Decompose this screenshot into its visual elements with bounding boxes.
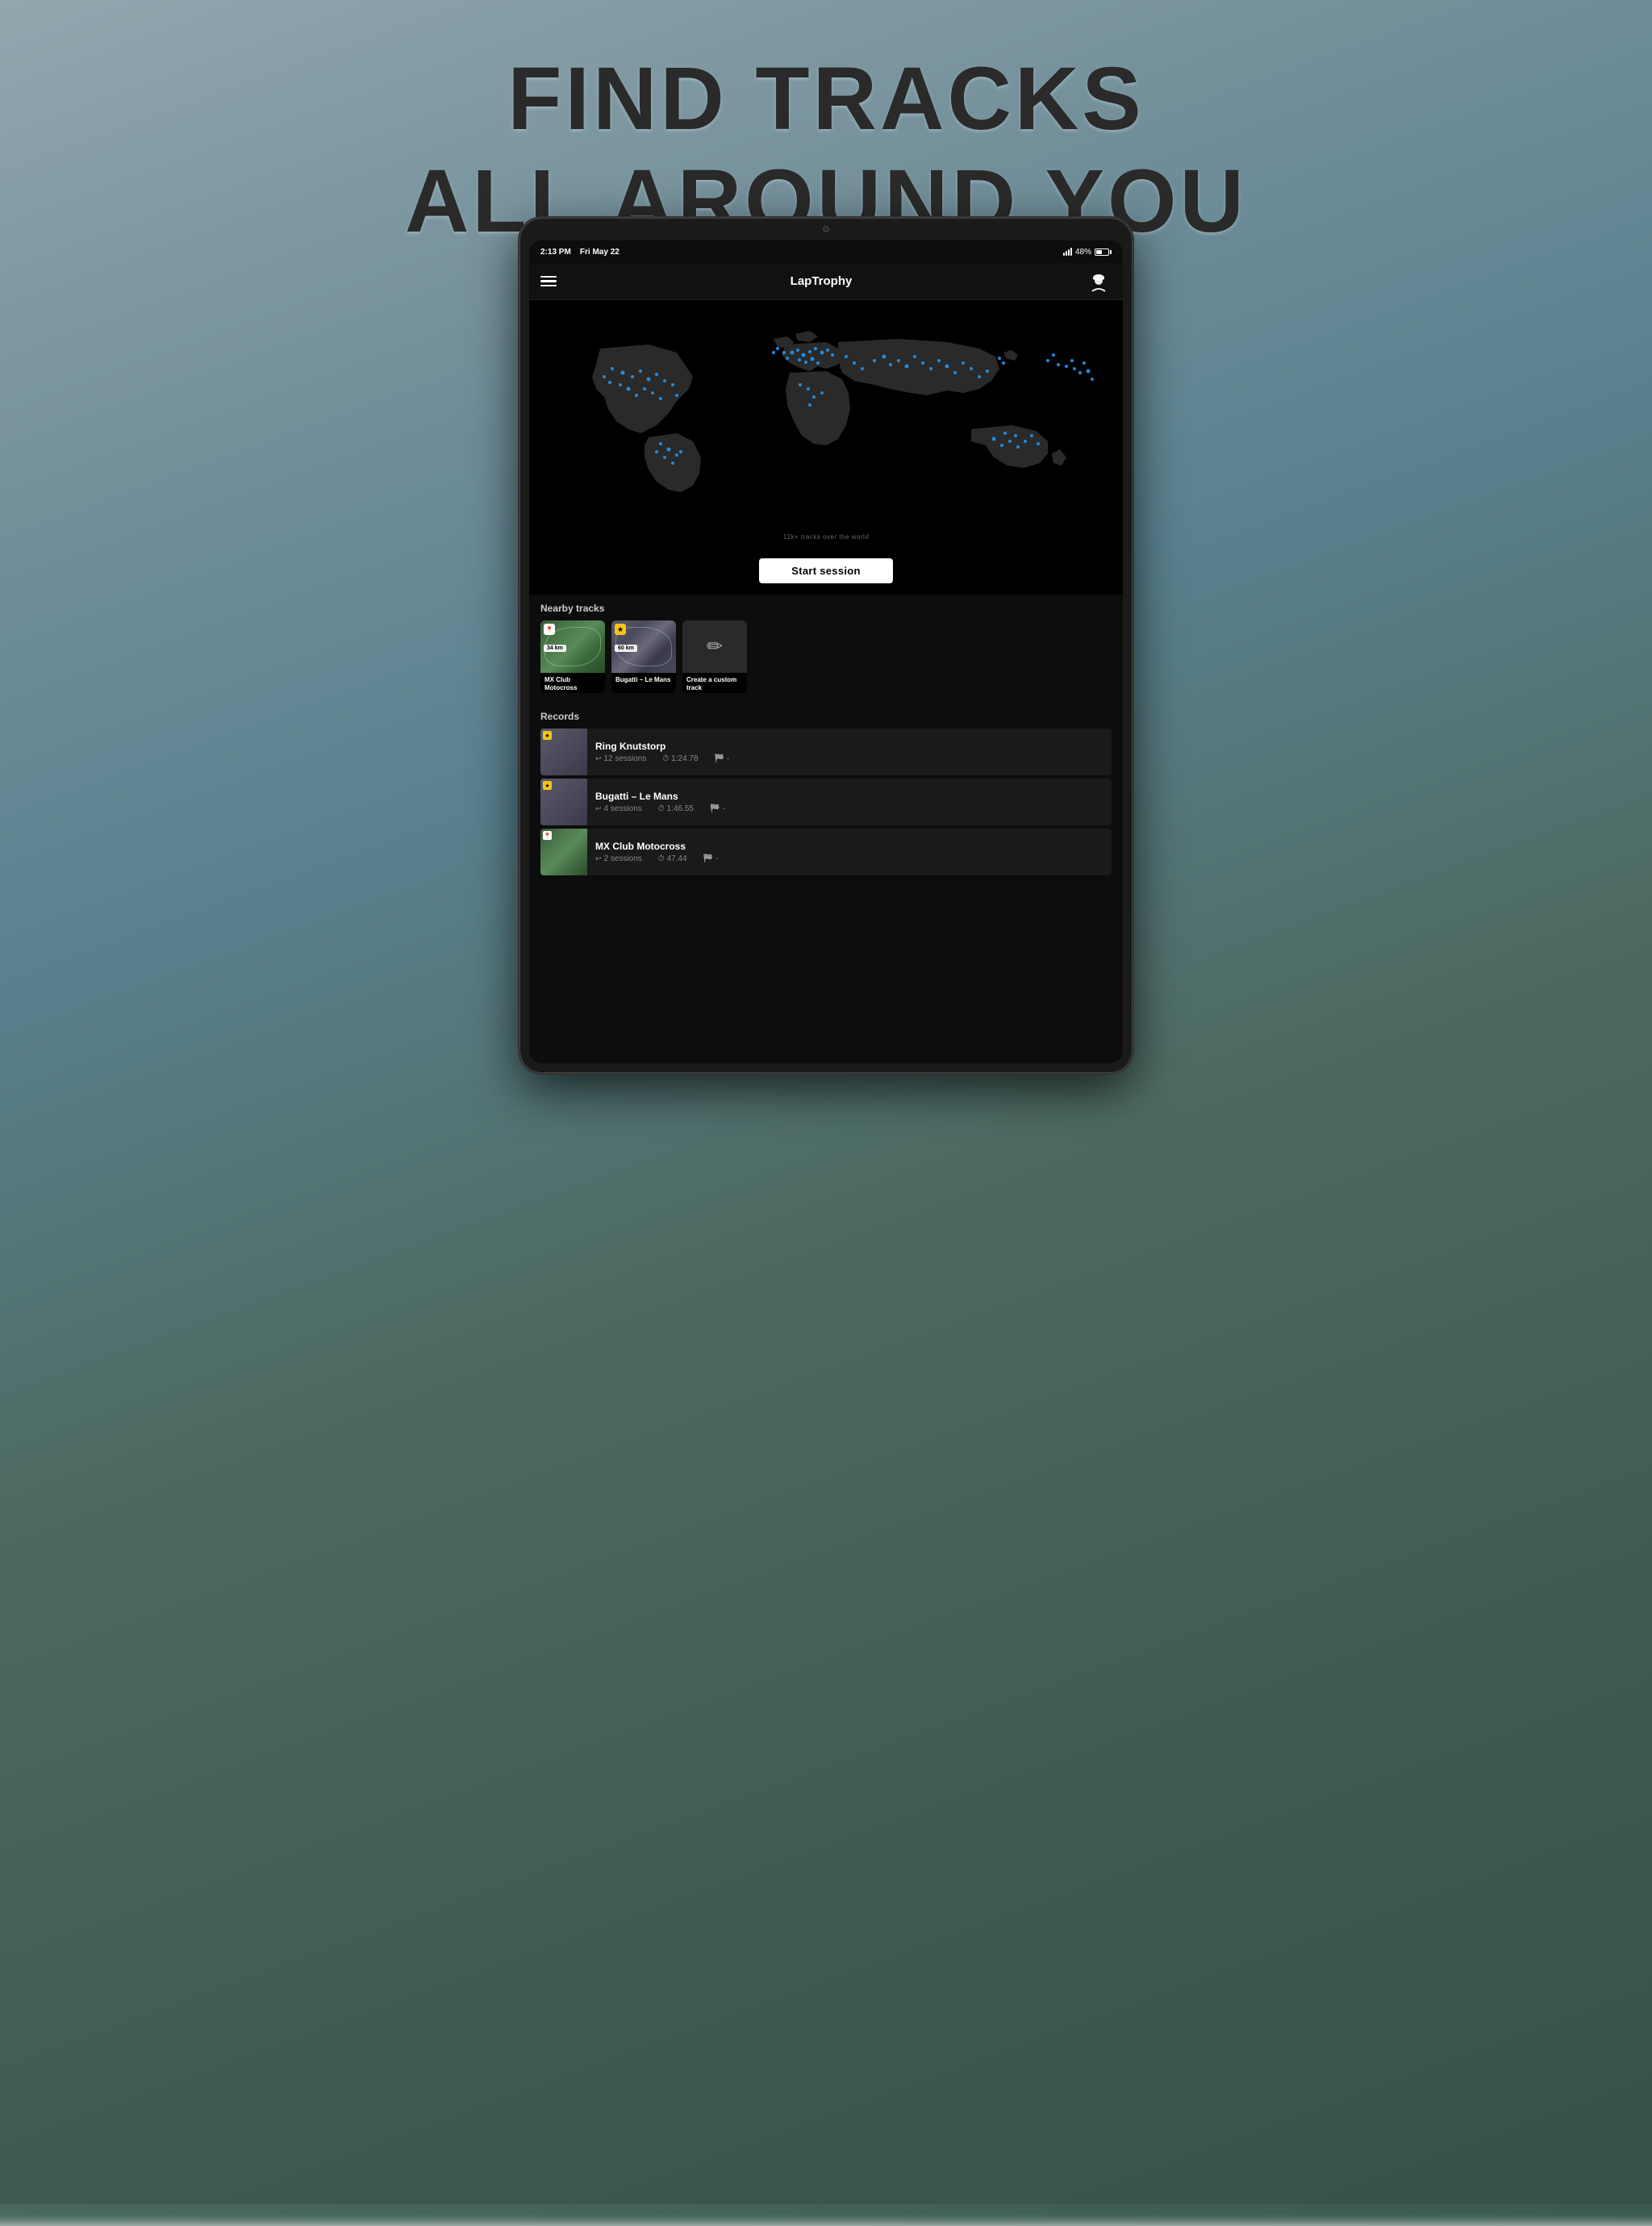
record-time-ring: ⏱ 1:24.78 — [662, 754, 698, 763]
record-row-bugatti[interactable]: ★ Bugatti – Le Mans ↩ 4 sessions ⏱ — [540, 779, 1112, 825]
track-label-custom: Create a custom track — [682, 673, 747, 693]
map-caption: 12k+ tracks over the world — [783, 533, 870, 541]
nearby-tracks-row: 📍 34 km MX ClubMotocross ★ 60 km Bugatti… — [529, 620, 1123, 703]
record-thumb-ring: ★ — [540, 729, 587, 775]
record-sessions-bugatti: ↩ 4 sessions — [595, 804, 642, 813]
headline-line1: FIND TRACKS — [0, 48, 1652, 151]
track-card-bugatti[interactable]: ★ 60 km Bugatti – Le Mans — [611, 620, 676, 693]
record-speed-mx: 🏁 - — [703, 854, 719, 863]
record-stats-ring: ↩ 12 sessions ⏱ 1:24.78 🏁 - — [595, 754, 1103, 763]
record-star-badge-ring: ★ — [543, 731, 552, 740]
time-value-mx: 47.44 — [667, 854, 687, 863]
start-session-wrap: Start session — [529, 550, 1123, 595]
sessions-count-bugatti: 4 sessions — [604, 804, 642, 813]
records-rows: ★ Ring Knutstorp ↩ 12 sessions ⏱ — [540, 729, 1112, 877]
status-date: Fri May 22 — [580, 248, 620, 257]
clock-icon-ring: ⏱ — [662, 754, 669, 763]
record-thumb-mx: 📍 — [540, 829, 587, 875]
record-speed-ring: 🏁 - — [715, 754, 730, 763]
clock-icon-mx: ⏱ — [658, 854, 665, 863]
track-image-bugatti: ★ 60 km — [611, 620, 676, 673]
hamburger-menu-button[interactable] — [540, 276, 557, 287]
time-value-bugatti: 1:46.55 — [667, 804, 694, 813]
speed-icon-bugatti: 🏁 — [710, 804, 720, 813]
record-row-mx-club[interactable]: 📍 MX Club Motocross ↩ 2 sessions ⏱ — [540, 829, 1112, 875]
track-badge-star: ★ — [615, 624, 626, 635]
battery-icon — [1095, 248, 1112, 256]
sessions-count-mx: 2 sessions — [604, 854, 642, 863]
record-pin-badge-mx: 📍 — [543, 831, 552, 840]
track-image-custom: ✏ — [682, 620, 747, 673]
record-star-badge-bugatti: ★ — [543, 781, 552, 790]
records-section: Records ★ Ring Knutstorp ↩ — [529, 703, 1123, 877]
app-title: LapTrophy — [791, 274, 853, 288]
track-distance-bugatti: 60 km — [615, 645, 637, 652]
record-time-mx: ⏱ 47.44 — [658, 854, 687, 863]
track-label-mx: MX ClubMotocross — [540, 673, 605, 693]
battery-percent: 48% — [1075, 248, 1091, 257]
records-list: ★ Ring Knutstorp ↩ 12 sessions ⏱ — [529, 729, 1123, 877]
speed-value-ring: - — [727, 754, 729, 763]
user-avatar-icon — [1087, 270, 1110, 293]
speed-value-mx: - — [715, 854, 718, 863]
status-right: 48% — [1063, 248, 1112, 257]
record-speed-bugatti: 🏁 - — [710, 804, 725, 813]
user-profile-button[interactable] — [1086, 269, 1112, 294]
clock-icon-bugatti: ⏱ — [658, 804, 665, 813]
sessions-icon-b: ↩ — [595, 804, 602, 813]
record-sessions-mx: ↩ 2 sessions — [595, 854, 642, 863]
record-sessions-ring: ↩ 12 sessions — [595, 754, 646, 763]
record-info-mx: MX Club Motocross ↩ 2 sessions ⏱ 47.44 — [587, 841, 1112, 863]
speed-value-bugatti: - — [722, 804, 724, 813]
time-value-ring: 1:24.78 — [671, 754, 698, 763]
bottom-spacer — [529, 877, 1123, 893]
start-session-button[interactable]: Start session — [759, 558, 893, 583]
record-row-ring-knutstorp[interactable]: ★ Ring Knutstorp ↩ 12 sessions ⏱ — [540, 729, 1112, 775]
record-name-bugatti: Bugatti – Le Mans — [595, 791, 1103, 802]
record-stats-mx: ↩ 2 sessions ⏱ 47.44 🏁 - — [595, 854, 1103, 863]
status-time-date: 2:13 PM Fri May 22 — [540, 248, 620, 257]
camera-dot — [823, 226, 829, 232]
world-map-container[interactable]: 12k+ tracks over the world — [529, 300, 1123, 550]
tablet-frame: 2:13 PM Fri May 22 48% — [519, 218, 1133, 1073]
records-title: Records — [529, 703, 1123, 729]
speed-icon-ring: 🏁 — [715, 754, 724, 763]
nearby-tracks-title: Nearby tracks — [529, 595, 1123, 620]
wifi-icon — [1063, 248, 1072, 256]
track-card-mx-club[interactable]: 📍 34 km MX ClubMotocross — [540, 620, 605, 693]
world-map-svg — [552, 308, 1100, 502]
record-name-mx: MX Club Motocross — [595, 841, 1103, 852]
sessions-count-ring: 12 sessions — [604, 754, 647, 763]
record-name-ring: Ring Knutstorp — [595, 741, 1103, 752]
track-image-mx: 📍 34 km — [540, 620, 605, 673]
status-time: 2:13 PM — [540, 248, 571, 257]
track-label-bugatti: Bugatti – Le Mans — [611, 673, 676, 693]
pencil-icon: ✏ — [707, 635, 723, 658]
record-time-bugatti: ⏱ 1:46.55 — [658, 804, 694, 813]
speed-icon-mx: 🏁 — [703, 854, 713, 863]
record-info-bugatti: Bugatti – Le Mans ↩ 4 sessions ⏱ 1:46.55 — [587, 791, 1112, 813]
track-badge-pin: 📍 — [544, 624, 555, 635]
record-stats-bugatti: ↩ 4 sessions ⏱ 1:46.55 🏁 - — [595, 804, 1103, 813]
sessions-icon-mx: ↩ — [595, 854, 602, 863]
status-bar: 2:13 PM Fri May 22 48% — [529, 240, 1123, 263]
track-distance-mx: 34 km — [544, 645, 566, 652]
app-header: LapTrophy — [529, 263, 1123, 300]
record-info-ring: Ring Knutstorp ↩ 12 sessions ⏱ 1:24.78 — [587, 741, 1112, 763]
sessions-icon: ↩ — [595, 754, 602, 763]
nearby-tracks-section: Nearby tracks 📍 34 km MX ClubMotocross ★ — [529, 595, 1123, 703]
record-thumb-bugatti: ★ — [540, 779, 587, 825]
track-card-custom[interactable]: ✏ Create a custom track — [682, 620, 747, 693]
screen: 2:13 PM Fri May 22 48% — [529, 240, 1123, 1063]
